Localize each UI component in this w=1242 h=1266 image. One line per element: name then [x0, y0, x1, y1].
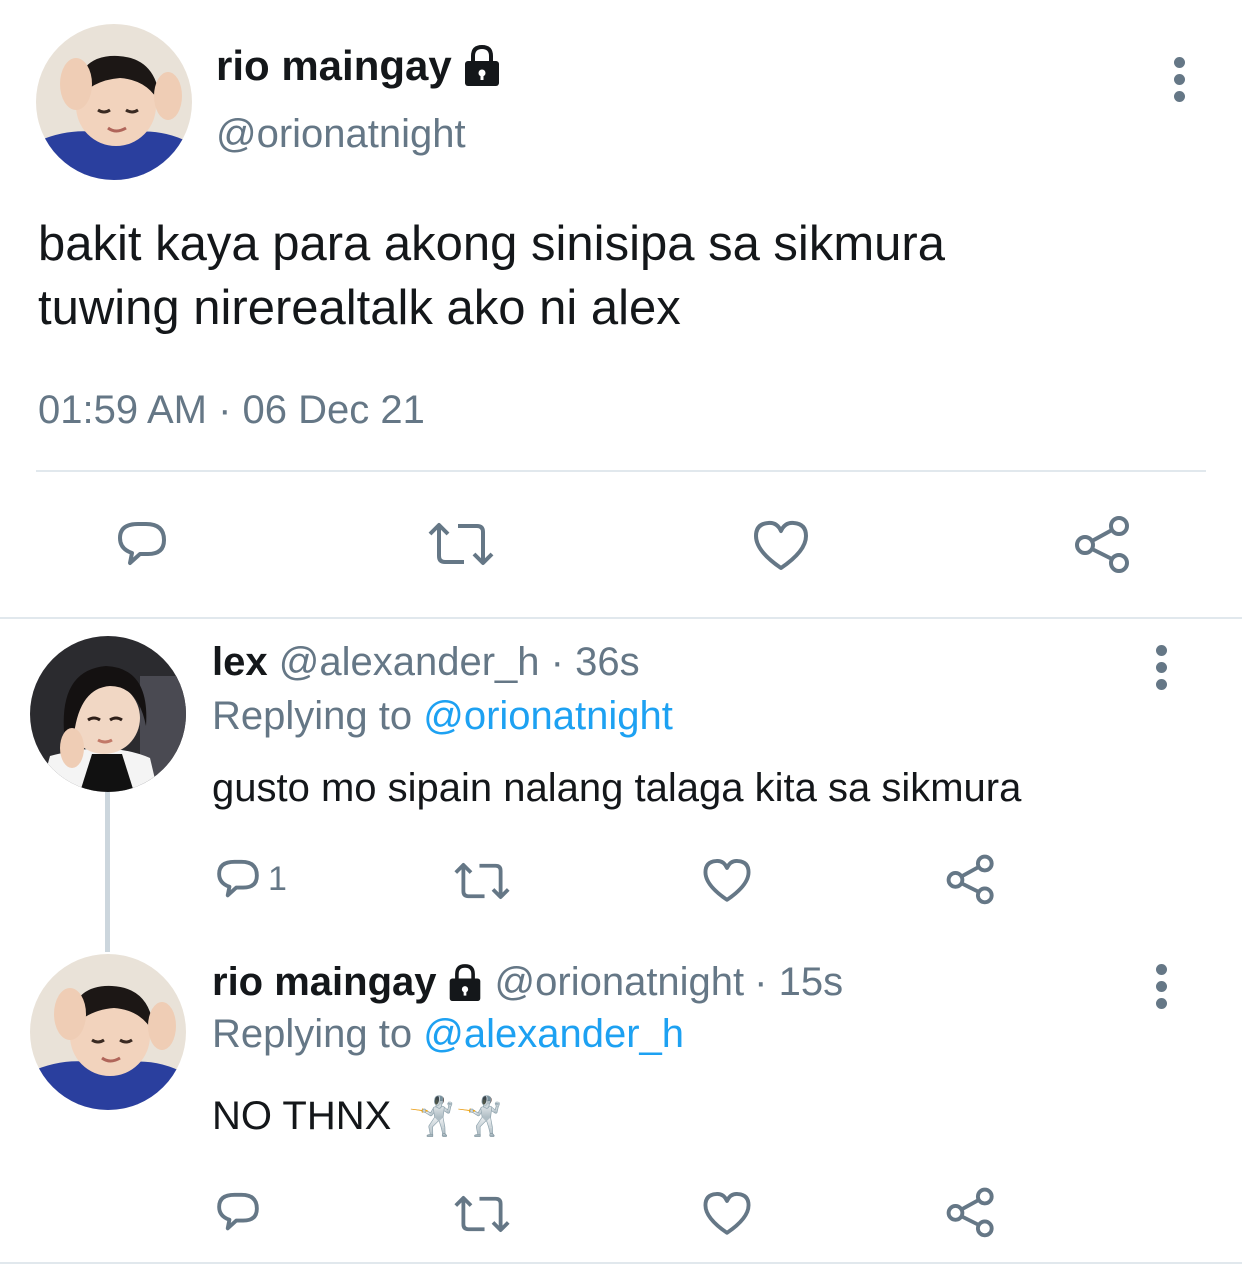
replying-to-handle[interactable]: @alexander_h: [423, 1012, 684, 1056]
tweet-text: NO THNX 🤺🤺: [212, 1094, 503, 1139]
retweet-icon: [428, 523, 494, 565]
share-icon: [946, 854, 994, 905]
avatar[interactable]: [30, 636, 186, 792]
replying-to-label: Replying to: [212, 694, 413, 738]
handle[interactable]: @alexander_h: [279, 640, 540, 684]
more-options-icon[interactable]: [1171, 57, 1187, 108]
retweet-button[interactable]: [452, 1192, 512, 1236]
reply-button[interactable]: 1: [214, 855, 287, 903]
more-options-icon[interactable]: [1153, 964, 1169, 1015]
tweet-text-line: tuwing nirerealtalk ako ni alex: [38, 281, 681, 335]
reply-header: rio maingay @orionatnight · 15s: [212, 960, 843, 1005]
reply-header: lex @alexander_h · 36s: [212, 640, 640, 685]
replying-to: Replying to @orionatnight: [212, 694, 673, 739]
lock-icon: [462, 44, 502, 88]
like-icon: [754, 520, 808, 570]
like-button[interactable]: [702, 1189, 752, 1237]
retweet-button[interactable]: [426, 518, 496, 570]
tweet-text: bakit kaya para akong sinisipa sa sikmur…: [38, 212, 945, 340]
timestamp: 01:59 AM · 06 Dec 21: [38, 388, 425, 432]
share-button[interactable]: [1074, 514, 1132, 574]
tweet-text: gusto mo sipain nalang talaga kita sa si…: [212, 766, 1022, 810]
reply-icon: [217, 1192, 259, 1231]
more-options-icon[interactable]: [1153, 645, 1169, 696]
like-button[interactable]: [702, 856, 752, 904]
display-name[interactable]: rio maingay: [212, 960, 437, 1005]
thread-line: [105, 790, 110, 952]
display-name-row: rio maingay: [216, 40, 502, 92]
fencing-emoji: 🤺🤺: [408, 1094, 504, 1138]
tweet-age: · 36s: [550, 640, 640, 684]
lock-icon: [447, 963, 483, 1003]
reply-icon: [118, 522, 166, 565]
reply-icon: [214, 855, 262, 903]
handle[interactable]: @orionatnight: [495, 960, 745, 1005]
replying-to: Replying to @alexander_h: [212, 1012, 684, 1057]
share-icon: [946, 1187, 994, 1238]
retweet-icon: [454, 1196, 510, 1232]
retweet-button[interactable]: [452, 859, 512, 903]
share-icon: [1075, 516, 1129, 573]
like-icon: [703, 859, 751, 902]
share-button[interactable]: [946, 853, 996, 905]
handle[interactable]: @orionatnight: [216, 112, 466, 157]
avatar[interactable]: [30, 954, 186, 1110]
replying-to-handle[interactable]: @orionatnight: [423, 694, 673, 738]
avatar[interactable]: [36, 24, 192, 180]
tweet-text-content: NO THNX: [212, 1094, 392, 1138]
tweet-age: · 15s: [754, 960, 844, 1004]
bottom-divider: [0, 1262, 1242, 1264]
retweet-icon: [454, 863, 510, 899]
tweet-text-line: bakit kaya para akong sinisipa sa sikmur…: [38, 217, 945, 271]
share-button[interactable]: [946, 1186, 996, 1238]
display-name[interactable]: rio maingay: [216, 42, 452, 90]
reply-count: 1: [268, 859, 287, 898]
like-icon: [703, 1192, 751, 1235]
replying-to-label: Replying to: [212, 1012, 413, 1056]
reply-button[interactable]: [114, 516, 170, 572]
divider: [36, 470, 1206, 472]
section-divider: [0, 617, 1242, 619]
reply-button[interactable]: [214, 1188, 262, 1236]
like-button[interactable]: [752, 518, 810, 572]
display-name[interactable]: lex: [212, 640, 268, 684]
